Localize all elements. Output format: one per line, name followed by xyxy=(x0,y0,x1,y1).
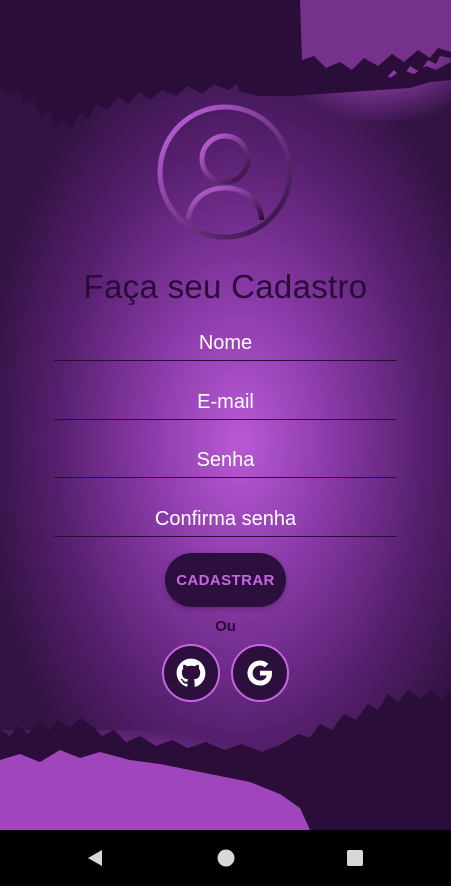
email-input[interactable] xyxy=(54,385,397,419)
google-login-button[interactable] xyxy=(231,644,289,702)
confirm-password-input[interactable] xyxy=(54,502,397,536)
recent-apps-button[interactable] xyxy=(345,848,365,868)
page-title: Faça seu Cadastro xyxy=(83,268,368,305)
register-button[interactable]: CADASTRAR xyxy=(165,553,286,607)
email-field[interactable] xyxy=(54,385,397,420)
home-button[interactable] xyxy=(216,848,236,868)
google-icon xyxy=(247,660,272,686)
android-nav-bar xyxy=(0,830,451,886)
confirm-password-field[interactable] xyxy=(54,502,397,537)
decorative-splatter-bottom xyxy=(0,690,451,830)
name-field[interactable] xyxy=(54,326,397,361)
back-triangle-icon xyxy=(88,850,102,866)
password-input[interactable] xyxy=(54,443,397,477)
signup-screen: Faça seu Cadastro CADASTRAR Ou xyxy=(0,0,451,830)
or-label: Ou xyxy=(215,618,236,635)
github-login-button[interactable] xyxy=(162,644,220,702)
user-icon xyxy=(157,104,293,240)
home-circle-icon xyxy=(217,849,235,867)
avatar xyxy=(155,102,295,242)
back-button[interactable] xyxy=(85,848,105,868)
github-icon xyxy=(176,658,206,687)
password-field[interactable] xyxy=(54,443,397,478)
name-input[interactable] xyxy=(54,326,397,360)
recent-square-icon xyxy=(347,850,363,866)
